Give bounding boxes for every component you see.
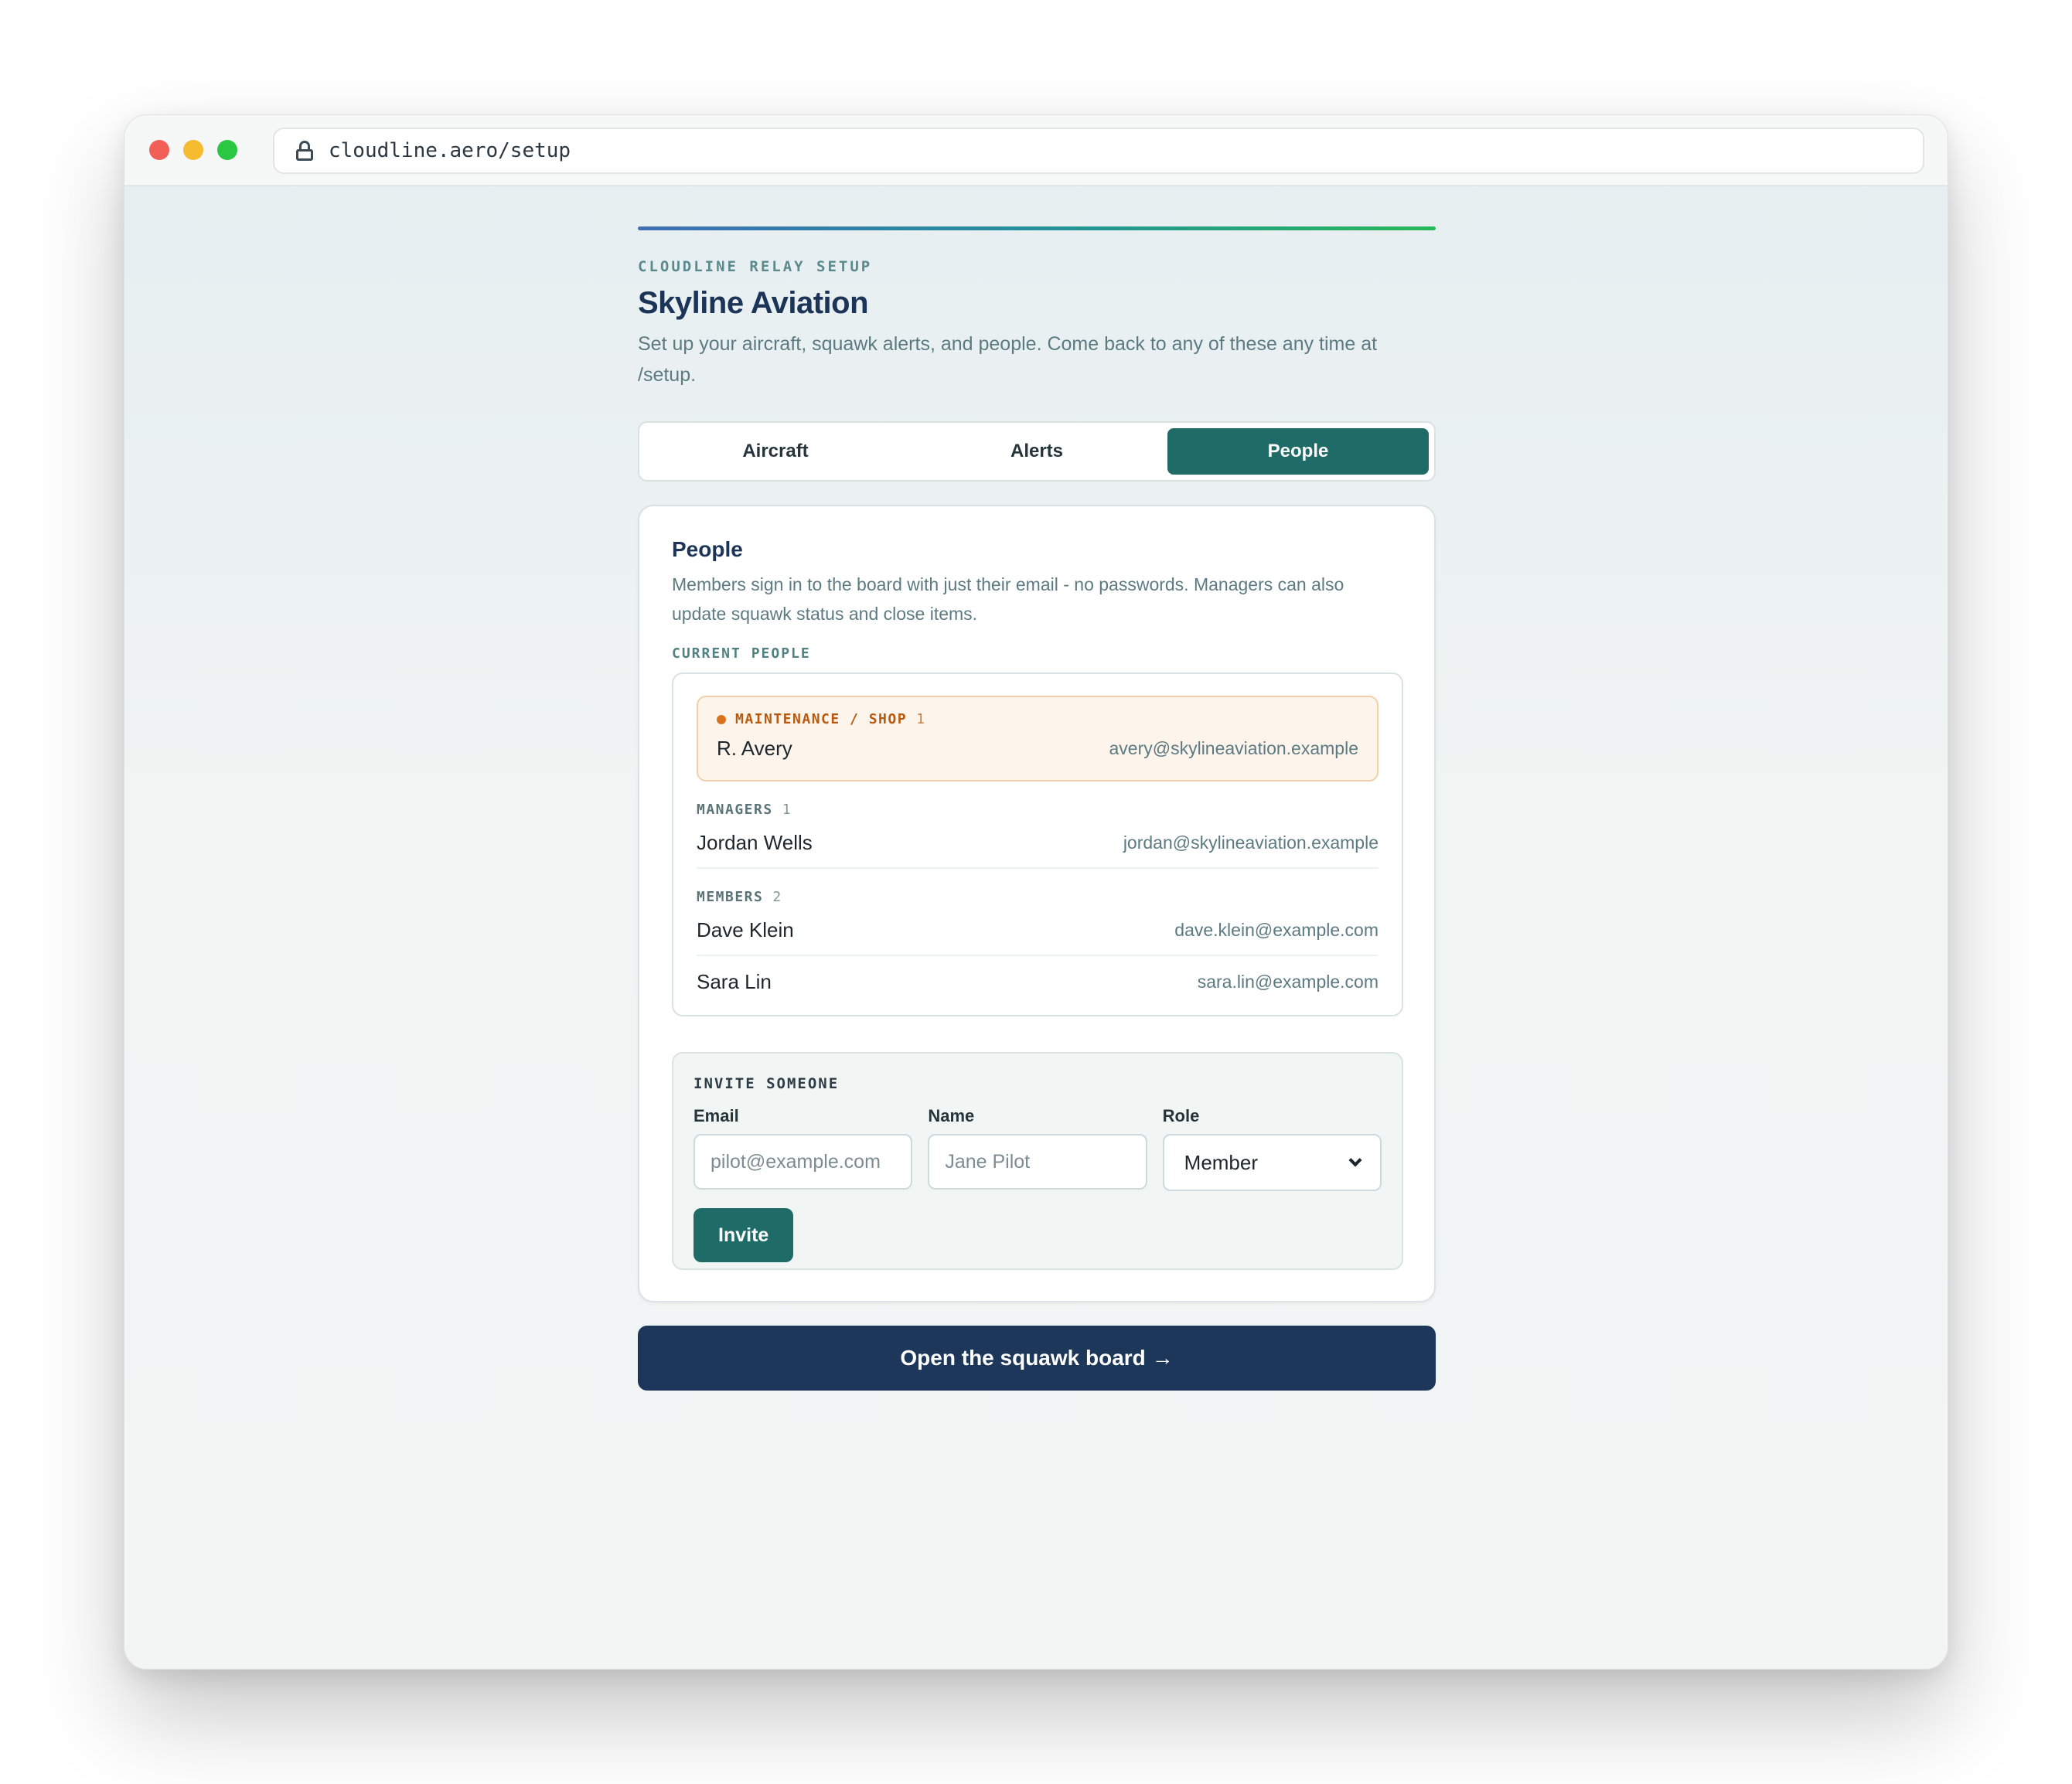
role-selected-value: Member [1184,1150,1259,1174]
open-squawk-board-button[interactable]: Open the squawk board → [638,1326,1436,1391]
invite-form: INVITE SOMEONE Email Name Role Member [672,1052,1403,1270]
setup-content: CLOUDLINE RELAY SETUP Skyline Aviation S… [638,226,1436,1391]
tab-aircraft[interactable]: Aircraft [645,428,906,475]
role-select[interactable]: Member [1162,1134,1382,1191]
person-name: R. Avery [717,736,792,760]
people-card-title: People [672,537,743,561]
tab-alerts[interactable]: Alerts [906,428,1167,475]
setup-progress-bar [638,226,1436,230]
person-name: Sara Lin [697,969,772,993]
maintenance-group: MAINTENANCE / SHOP 1 R. Avery avery@skyl… [697,696,1378,781]
person-email: jordan@skylineaviation.example [1123,832,1378,853]
members-group-count: 2 [772,889,782,905]
person-email: dave.klein@example.com [1174,919,1378,940]
invite-title: INVITE SOMEONE [694,1075,840,1092]
email-field-group: Email [694,1106,913,1191]
chevron-down-icon [1348,1153,1362,1167]
person-row: R. Avery avery@skylineaviation.example [717,727,1358,769]
name-field-group: Name [928,1106,1147,1191]
role-field-group: Role Member [1162,1106,1382,1191]
person-email: avery@skylineaviation.example [1109,737,1359,758]
current-people-list: MAINTENANCE / SHOP 1 R. Avery avery@skyl… [672,672,1403,1016]
managers-group: MANAGERS 1 Jordan Wells jordan@skylineav… [697,802,1378,869]
managers-group-count: 1 [782,802,792,818]
address-bar[interactable]: cloudline.aero/setup [273,128,1924,174]
role-label: Role [1162,1106,1200,1125]
members-group-header: MEMBERS 2 [697,889,1378,905]
person-row: Dave Klein dave.klein@example.com [697,905,1378,956]
url-text: cloudline.aero/setup [329,139,571,162]
current-people-label: CURRENT PEOPLE [672,645,811,662]
maintenance-dot-icon [717,714,726,724]
page-subtitle: Set up your aircraft, squawk alerts, and… [638,333,1378,386]
people-card-description: Members sign in to the board with just t… [672,574,1344,624]
name-input[interactable] [928,1134,1147,1190]
setup-tabs: Aircraft Alerts People [638,421,1436,482]
name-label: Name [928,1106,975,1125]
person-email: sara.lin@example.com [1197,971,1378,992]
maximize-window-button[interactable] [217,140,237,160]
maintenance-group-count: 1 [916,711,926,727]
email-input[interactable] [694,1134,913,1190]
person-row: Sara Lin sara.lin@example.com [697,956,1378,1007]
managers-group-label: MANAGERS [697,802,773,818]
tab-people[interactable]: People [1167,428,1429,475]
minimize-window-button[interactable] [183,140,203,160]
person-row: Jordan Wells jordan@skylineaviation.exam… [697,818,1378,869]
managers-group-header: MANAGERS 1 [697,802,1378,818]
close-window-button[interactable] [149,140,169,160]
lock-icon [296,141,313,161]
members-group: MEMBERS 2 Dave Klein dave.klein@example.… [697,889,1378,1007]
invite-button[interactable]: Invite [694,1208,794,1262]
browser-titlebar: cloudline.aero/setup [124,115,1948,186]
members-group-label: MEMBERS [697,889,764,905]
person-name: Dave Klein [697,918,794,941]
maintenance-group-label: MAINTENANCE / SHOP [735,711,908,727]
people-card: People Members sign in to the board with… [638,505,1436,1302]
browser-window: cloudline.aero/setup CLOUDLINE RELAY SET… [124,114,1948,1670]
setup-eyebrow: CLOUDLINE RELAY SETUP [638,258,873,275]
person-name: Jordan Wells [697,830,813,854]
page-title: Skyline Aviation [638,286,869,320]
email-label: Email [694,1106,739,1125]
maintenance-group-header: MAINTENANCE / SHOP 1 [717,711,1358,727]
invite-fields: Email Name Role Member [694,1106,1382,1191]
